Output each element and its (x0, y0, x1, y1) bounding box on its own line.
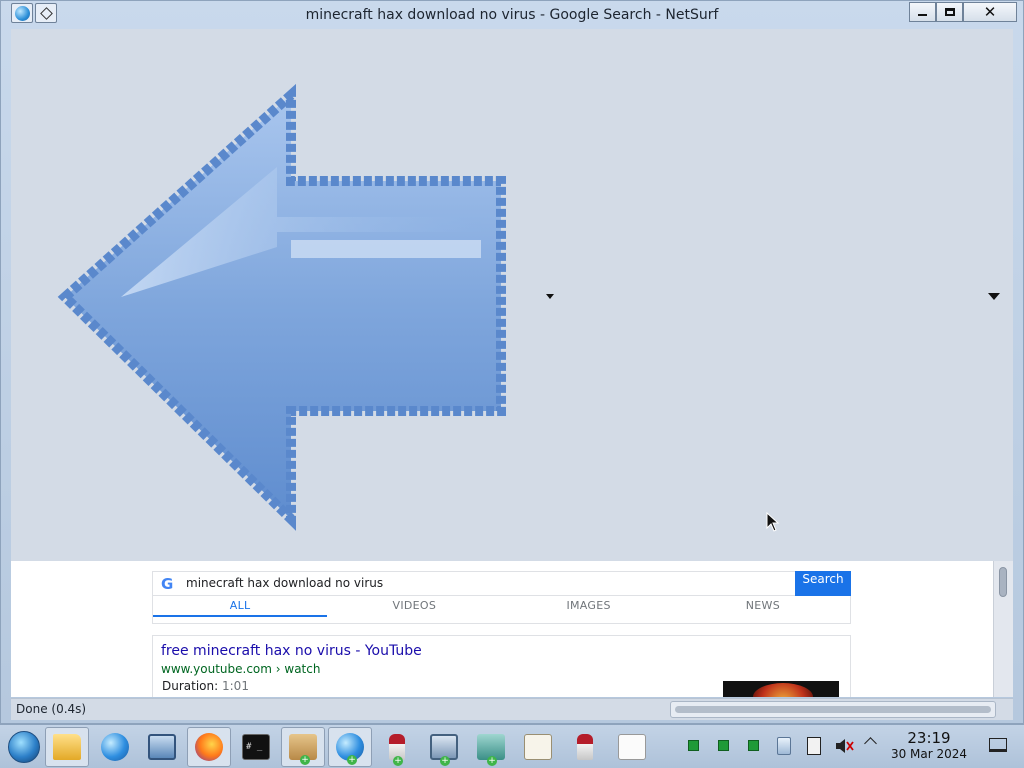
window-title: minecraft hax download no virus - Google… (305, 7, 719, 23)
firefox-icon (195, 733, 223, 761)
tab-news[interactable]: NEWS (676, 596, 850, 623)
plus-badge-icon: + (347, 755, 357, 765)
mouse-cursor-icon (766, 512, 780, 532)
search-results-page: G minecraft hax download no virus Search… (11, 561, 993, 697)
plus-badge-icon: + (300, 755, 310, 765)
google-logo-icon: G (161, 575, 174, 593)
editor-icon (524, 734, 552, 760)
title-bar[interactable]: minecraft hax download no virus - Google… (1, 1, 1023, 29)
plus-badge-icon: + (393, 756, 403, 766)
monitor-icon (148, 734, 176, 760)
folder-icon (53, 734, 81, 760)
status-text: Done (0.4s) (16, 702, 87, 716)
back-arrow-overlay (11, 29, 1013, 561)
status-bar: Done (0.4s) (11, 698, 1013, 720)
taskbar-system-monitor[interactable] (140, 727, 184, 767)
taskbar-netsurf[interactable]: + (328, 727, 372, 767)
tray-expand-chevron-icon[interactable] (864, 737, 877, 750)
recycle-bin-icon[interactable] (777, 737, 791, 755)
taskbar-document-viewer[interactable] (610, 727, 654, 767)
terminal-icon: # _ (242, 734, 270, 760)
taskbar-text-editor[interactable] (516, 727, 560, 767)
vertical-scroll-thumb[interactable] (999, 567, 1007, 597)
start-menu-button[interactable] (2, 727, 46, 767)
tab-all[interactable]: ALL (153, 596, 328, 617)
video-thumbnail[interactable] (723, 681, 839, 697)
taskbar: # _ + + + + + 23:19 30 Mar 2024 (0, 724, 1024, 768)
clock-date[interactable]: 30 Mar 2024 (884, 747, 974, 761)
workspace-indicator-icon[interactable] (688, 740, 699, 751)
browser-viewport[interactable]: G minecraft hax download no virus Search… (11, 29, 1013, 697)
clock-time[interactable]: 23:19 (896, 729, 962, 747)
taskbar-wine-app-2[interactable] (563, 727, 607, 767)
search-button[interactable]: Search (795, 571, 851, 596)
result-duration: Duration: 1:01 (162, 679, 249, 693)
maximize-button[interactable] (936, 2, 963, 22)
plus-badge-icon: + (440, 756, 450, 766)
result-url[interactable]: www.youtube.com › watch (161, 662, 320, 676)
tab-videos[interactable]: VIDEOS (327, 596, 501, 623)
taskbar-browser-globe[interactable] (93, 727, 137, 767)
result-title-link[interactable]: free minecraft hax no virus - YouTube (161, 643, 422, 659)
taskbar-file-manager[interactable] (45, 727, 89, 767)
left-arrow-icon (57, 83, 506, 531)
taskbar-package-installer[interactable]: + (281, 727, 325, 767)
minimize-button[interactable] (909, 2, 936, 22)
close-button[interactable]: ✕ (963, 2, 1017, 22)
taskbar-monitor-app[interactable]: + (422, 727, 466, 767)
document-icon (618, 734, 646, 760)
globe-icon (101, 733, 129, 761)
workspace-indicator-icon[interactable] (718, 740, 729, 751)
taskbar-wine-app[interactable]: + (375, 727, 419, 767)
plus-badge-icon: + (487, 756, 497, 766)
search-query[interactable]: minecraft hax download no virus (186, 576, 383, 590)
start-orb-icon (8, 731, 40, 763)
tab-images[interactable]: IMAGES (502, 596, 676, 623)
search-tabs: ALL VIDEOS IMAGES NEWS (152, 596, 851, 624)
wine-glass-icon (577, 734, 593, 760)
show-desktop-icon[interactable] (989, 738, 1007, 752)
search-input[interactable]: G minecraft hax download no virus Search (152, 571, 851, 596)
search-result: free minecraft hax no virus - YouTube ww… (152, 635, 851, 697)
taskbar-terminal[interactable]: # _ (234, 727, 278, 767)
horizontal-scrollbar[interactable] (670, 701, 996, 718)
dropdown-caret-icon[interactable] (546, 294, 554, 299)
dropdown-caret-icon[interactable] (988, 293, 1000, 300)
duration-value: 1:01 (222, 679, 249, 693)
workspace-indicator-icon[interactable] (748, 740, 759, 751)
taskbar-firefox[interactable] (187, 727, 231, 767)
duration-label: Duration: (162, 679, 219, 693)
taskbar-cube-app[interactable]: + (469, 727, 513, 767)
clipboard-icon[interactable] (807, 737, 821, 755)
horizontal-scroll-thumb[interactable] (675, 706, 991, 713)
volume-muted-icon[interactable] (834, 737, 854, 755)
vertical-scrollbar[interactable] (993, 561, 1013, 697)
